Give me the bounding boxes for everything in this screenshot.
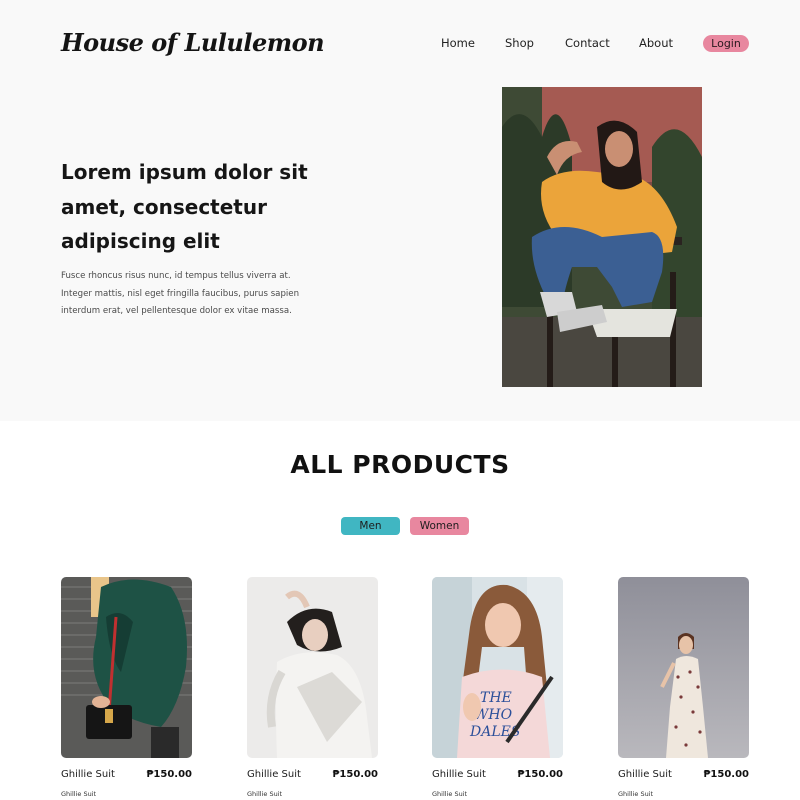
filter-men-button[interactable]: Men <box>341 517 400 535</box>
product-photo[interactable]: THE WHO DALES <box>432 577 563 758</box>
nav-link-home[interactable]: Home <box>441 36 475 50</box>
product-name: Ghillie Suit <box>247 769 301 780</box>
product-price: ₱150.00 <box>703 769 749 780</box>
product-subtitle: Ghillie Suit <box>618 790 654 798</box>
product-price: ₱150.00 <box>517 769 563 780</box>
product-photo[interactable] <box>61 577 192 758</box>
product-name: Ghillie Suit <box>61 769 115 780</box>
product-price: ₱150.00 <box>146 769 192 780</box>
all-products-heading: ALL PRODUCTS <box>290 450 510 479</box>
product-name: Ghillie Suit <box>432 769 486 780</box>
product-photo[interactable] <box>247 577 378 758</box>
nav-link-shop[interactable]: Shop <box>505 36 534 50</box>
product-price: ₱150.00 <box>332 769 378 780</box>
hero-body-text: Fusce rhoncus risus nunc, id tempus tell… <box>61 271 300 316</box>
login-button[interactable]: Login <box>703 35 749 52</box>
product-subtitle: Ghillie Suit <box>432 790 468 798</box>
svg-text:THE: THE <box>480 690 512 706</box>
filter-women-button[interactable]: Women <box>410 517 469 535</box>
product-subtitle: Ghillie Suit <box>61 790 97 798</box>
nav-link-contact[interactable]: Contact <box>565 36 610 50</box>
hero-headline: Lorem ipsum dolor sit amet, consectetur … <box>61 160 308 253</box>
product-photo[interactable] <box>618 577 749 758</box>
brand-logo[interactable]: House of Lululemon <box>61 28 325 57</box>
product-subtitle: Ghillie Suit <box>247 790 283 798</box>
nav-link-about[interactable]: About <box>639 36 673 50</box>
hero-photo <box>502 87 702 387</box>
product-name: Ghillie Suit <box>618 769 672 780</box>
